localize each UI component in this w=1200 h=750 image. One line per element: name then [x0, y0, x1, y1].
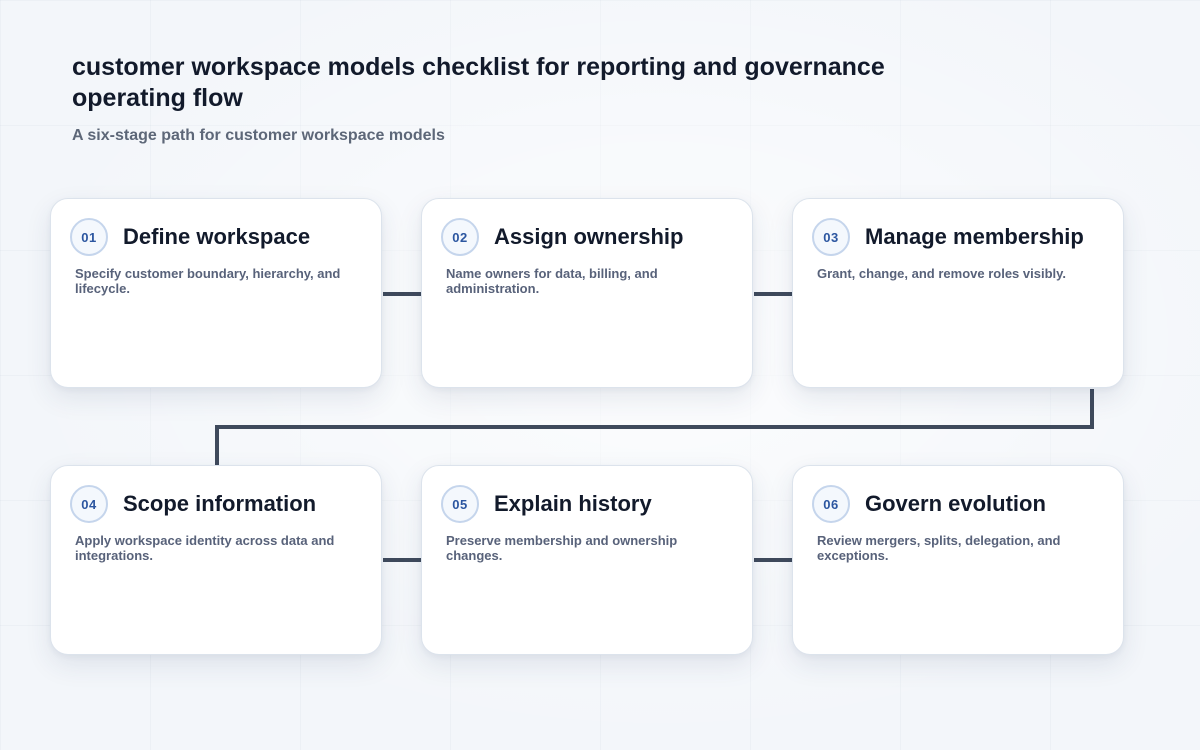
step-title: Define workspace: [123, 224, 311, 249]
step-title: Manage membership: [865, 224, 1084, 249]
step-card-06: 06 Govern evolution Review mergers, spli…: [792, 465, 1124, 655]
step-title: Assign ownership: [494, 224, 684, 249]
step-description: Preserve membership and ownership change…: [446, 533, 678, 563]
step-number-badge: 05: [441, 485, 479, 523]
step-card-02: 02 Assign ownership Name owners for data…: [421, 198, 753, 388]
step-number-badge: 02: [441, 218, 479, 256]
step-number-badge: 03: [812, 218, 850, 256]
step-number-badge: 01: [70, 218, 108, 256]
step-description: Specify customer boundary, hierarchy, an…: [75, 266, 341, 296]
step-description: Name owners for data, billing, and admin…: [446, 266, 658, 296]
step-card-01: 01 Define workspace Specify customer bou…: [50, 198, 382, 388]
step-description: Review mergers, splits, delegation, and …: [817, 533, 1061, 563]
step-number-badge: 06: [812, 485, 850, 523]
step-description: Grant, change, and remove roles visibly.: [817, 266, 1067, 281]
step-title: Scope information: [123, 491, 317, 516]
step-card-04: 04 Scope information Apply workspace ide…: [50, 465, 382, 655]
step-description: Apply workspace identity across data and…: [75, 533, 335, 563]
connector-03-04: [215, 389, 1094, 465]
step-number-badge: 04: [70, 485, 108, 523]
step-card-03: 03 Manage membership Grant, change, and …: [792, 198, 1124, 388]
step-card-05: 05 Explain history Preserve membership a…: [421, 465, 753, 655]
step-title: Govern evolution: [865, 491, 1046, 516]
step-title: Explain history: [494, 491, 652, 516]
